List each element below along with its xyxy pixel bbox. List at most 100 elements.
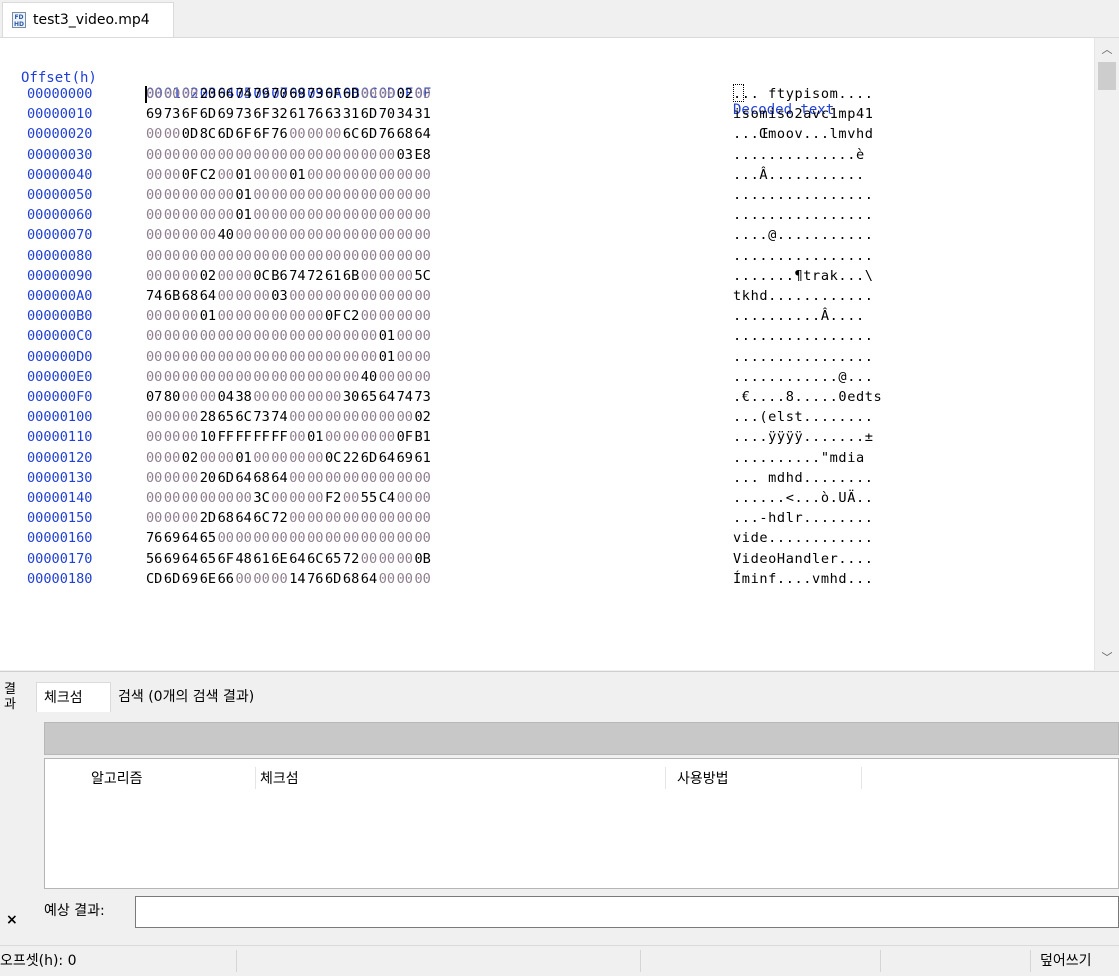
tab-checksum[interactable]: 체크섬 bbox=[36, 682, 111, 712]
hex-row[interactable]: 00000110 00 00 00 10 FF FF FF FF 00 01 00 00 00 00 0F B1… bbox=[0, 429, 1094, 449]
hex-byte[interactable]: 00 bbox=[415, 571, 437, 587]
column-header-usage[interactable]: 사용방법 bbox=[677, 759, 729, 799]
results-side-caption: 결과 bbox=[4, 682, 16, 712]
column-divider[interactable] bbox=[665, 767, 666, 789]
hex-row[interactable]: 00000180 CD 6D 69 6E 66 00 00 00 14 76 6D 68 64 00 00 00… bbox=[0, 571, 1094, 591]
decoded-text[interactable]: .€....8.....0edts bbox=[733, 389, 882, 405]
decoded-text[interactable]: ................ bbox=[733, 328, 874, 344]
hex-row[interactable]: 00000100 00 00 00 28 65 6C 73 74 00 00 00 00 00 00 00 02… bbox=[0, 409, 1094, 429]
hex-byte[interactable]: 00 bbox=[415, 167, 437, 183]
hex-row[interactable]: 000000E0 00 00 00 00 00 00 00 00 00 00 00 00 40 00 00 00… bbox=[0, 369, 1094, 389]
hex-row[interactable]: 000000D0 00 00 00 00 00 00 00 00 00 00 00 00 00 01 00 00… bbox=[0, 349, 1094, 369]
checksum-table[interactable]: 알고리즘 체크섬 사용방법 bbox=[44, 758, 1119, 889]
hex-row[interactable]: 00000080 00 00 00 00 00 00 00 00 00 00 00 00 00 00 00 00… bbox=[0, 248, 1094, 268]
decoded-text[interactable]: ................ bbox=[733, 187, 874, 203]
hex-byte[interactable]: B1 bbox=[415, 429, 437, 445]
hex-byte[interactable]: 00 bbox=[415, 470, 437, 486]
hex-byte[interactable]: 00 bbox=[415, 349, 437, 365]
decoded-text[interactable]: .........."mdia bbox=[733, 450, 865, 466]
hex-row[interactable]: 00000170 56 69 64 65 6F 48 61 6E 64 6C 65 72 00 00 00 0B… bbox=[0, 551, 1094, 571]
hex-row[interactable]: 00000030 00 00 00 00 00 00 00 00 00 00 00 00 00 00 03 E8… bbox=[0, 147, 1094, 167]
hex-byte[interactable]: 02 bbox=[415, 409, 437, 425]
hex-byte[interactable]: 00 bbox=[415, 86, 437, 102]
hex-row[interactable]: 00000070 00 00 00 00 40 00 00 00 00 00 00 00 00 00 00 00… bbox=[0, 227, 1094, 247]
hex-byte[interactable]: 00 bbox=[415, 207, 437, 223]
decoded-text[interactable]: ...(elst........ bbox=[733, 409, 874, 425]
expected-result-input[interactable] bbox=[135, 896, 1119, 928]
expected-result-label: 예상 결과: bbox=[44, 903, 105, 919]
hex-byte[interactable]: 00 bbox=[415, 187, 437, 203]
decoded-text[interactable]: VideoHandler.... bbox=[733, 551, 874, 567]
decoded-text[interactable]: vide............ bbox=[733, 530, 874, 546]
file-tab[interactable]: FD HD test3_video.mp4 bbox=[2, 2, 174, 37]
hex-editor-panel[interactable]: Offset(h) 00 01 02 03 04 05 06 07 08 09 0A 0B 0C 0D 0E… bbox=[0, 38, 1094, 670]
hex-byte[interactable]: 00 bbox=[415, 308, 437, 324]
hex-row[interactable]: 00000160 76 69 64 65 00 00 00 00 00 00 00 00 00 00 00 00… bbox=[0, 530, 1094, 550]
scroll-thumb[interactable] bbox=[1098, 62, 1116, 90]
hex-byte[interactable]: 00 bbox=[415, 227, 437, 243]
hex-byte[interactable]: 00 bbox=[415, 369, 437, 385]
hex-row[interactable]: 00000090 00 00 00 02 00 00 0C B6 74 72 61 6B 00 00 00 5C… bbox=[0, 268, 1094, 288]
hex-row[interactable]: 00000040 00 00 0F C2 00 01 00 00 01 00 00 00 00 00 00 00… bbox=[0, 167, 1094, 187]
hex-row[interactable]: 00000010 69 73 6F 6D 69 73 6F 32 61 76 63 31 6D 70 34 31… bbox=[0, 106, 1094, 126]
hex-byte[interactable]: 73 bbox=[415, 389, 437, 405]
hex-byte[interactable]: 00 bbox=[415, 288, 437, 304]
hex-row[interactable]: 00000050 00 00 00 00 00 01 00 00 00 00 00 00 00 00 00 00… bbox=[0, 187, 1094, 207]
results-toolbar bbox=[44, 722, 1119, 755]
decoded-text[interactable]: ..........Â.... bbox=[733, 308, 865, 324]
column-divider[interactable] bbox=[861, 767, 862, 789]
column-header-checksum[interactable]: 체크섬 bbox=[260, 759, 299, 799]
hex-row[interactable]: 000000C0 00 00 00 00 00 00 00 00 00 00 00 00 00 01 00 00… bbox=[0, 328, 1094, 348]
row-offset: 00000140 bbox=[27, 490, 93, 506]
decoded-text[interactable]: ...Â........... bbox=[733, 167, 865, 183]
hex-row[interactable]: 000000B0 00 00 00 01 00 00 00 00 00 00 0F C2 00 00 00 00… bbox=[0, 308, 1094, 328]
decoded-text[interactable]: ... ftypisom.... bbox=[733, 86, 874, 102]
row-offset: 00000120 bbox=[27, 449, 93, 466]
scroll-up-icon[interactable]: ︿ bbox=[1095, 38, 1119, 62]
hex-byte[interactable]: 00 bbox=[415, 490, 437, 506]
decoded-text[interactable]: tkhd............ bbox=[733, 288, 874, 304]
column-header-algorithm[interactable]: 알고리즘 bbox=[91, 759, 143, 799]
hex-byte[interactable]: 64 bbox=[415, 126, 437, 142]
hex-byte[interactable]: 00 bbox=[415, 248, 437, 264]
hex-row[interactable]: 00000140 00 00 00 00 00 00 3C 00 00 00 F2 00 55 C4 00 00… bbox=[0, 490, 1094, 510]
hex-row[interactable]: 00000130 00 00 00 20 6D 64 68 64 00 00 00 00 00 00 00 00… bbox=[0, 470, 1094, 490]
decoded-text[interactable]: ................ bbox=[733, 248, 874, 264]
close-icon[interactable]: × bbox=[6, 912, 18, 928]
decoded-text[interactable]: ......<...ò.UÄ.. bbox=[733, 490, 874, 506]
scroll-down-icon[interactable]: ﹀ bbox=[1095, 646, 1119, 670]
hex-byte[interactable]: E8 bbox=[415, 147, 437, 163]
decoded-text[interactable]: ....ÿÿÿÿ.......± bbox=[733, 429, 874, 445]
hex-row[interactable]: 000000F0 07 80 00 00 04 38 00 00 00 00 00 30 65 64 74 73… bbox=[0, 389, 1094, 409]
hex-byte[interactable]: 0B bbox=[415, 551, 437, 567]
tab-search[interactable]: 검색 (0개의 검색 결과) bbox=[111, 682, 311, 712]
row-offset: 000000F0 bbox=[27, 389, 93, 405]
hex-row[interactable]: 00000020 00 00 0D 8C 6D 6F 6F 76 00 00 00 6C 6D 76 68 64… bbox=[0, 126, 1094, 146]
decoded-text[interactable]: isomiso2avc1mp41 bbox=[733, 106, 874, 122]
hex-byte[interactable]: 00 bbox=[415, 328, 437, 344]
column-divider[interactable] bbox=[255, 767, 256, 789]
status-edit-mode: 덮어쓰기 bbox=[1040, 953, 1092, 969]
hex-row[interactable]: 00000060 00 00 00 00 00 01 00 00 00 00 00 00 00 00 00 00… bbox=[0, 207, 1094, 227]
hex-row[interactable]: 00000120 00 00 02 00 00 01 00 00 00 00 0C 22 6D 64 69 61… bbox=[0, 450, 1094, 470]
decoded-text[interactable]: ...Œmoov...lmvhd bbox=[733, 126, 874, 142]
hex-byte[interactable]: 00 bbox=[415, 530, 437, 546]
decoded-text[interactable]: ...-hdlr........ bbox=[733, 510, 874, 526]
decoded-text[interactable]: ..............è bbox=[733, 147, 865, 163]
decoded-text[interactable]: ................ bbox=[733, 349, 874, 365]
decoded-text[interactable]: .......¶trak...\ bbox=[733, 268, 874, 284]
row-offset: 00000010 bbox=[27, 106, 93, 123]
decoded-text[interactable]: ............@... bbox=[733, 369, 874, 385]
hex-byte[interactable]: 31 bbox=[415, 106, 437, 122]
hex-vertical-scrollbar[interactable]: ︿ ﹀ bbox=[1094, 38, 1119, 670]
hex-row[interactable]: 00000000 00 00 00 20 66 74 79 70 69 73 6F 6D 00 00 02 00… bbox=[0, 86, 1094, 106]
hex-byte[interactable]: 00 bbox=[415, 510, 437, 526]
hex-row[interactable]: 00000150 00 00 00 2D 68 64 6C 72 00 00 00 00 00 00 00 00… bbox=[0, 510, 1094, 530]
hex-row[interactable]: 000000A0 74 6B 68 64 00 00 00 03 00 00 00 00 00 00 00 00… bbox=[0, 288, 1094, 308]
decoded-text[interactable]: ................ bbox=[733, 207, 874, 223]
decoded-text[interactable]: Íminf....vmhd... bbox=[733, 571, 874, 587]
hex-byte[interactable]: 5C bbox=[415, 268, 437, 284]
hex-byte[interactable]: 61 bbox=[415, 450, 437, 466]
decoded-text[interactable]: ....@........... bbox=[733, 227, 874, 243]
decoded-text[interactable]: ... mdhd........ bbox=[733, 470, 874, 486]
